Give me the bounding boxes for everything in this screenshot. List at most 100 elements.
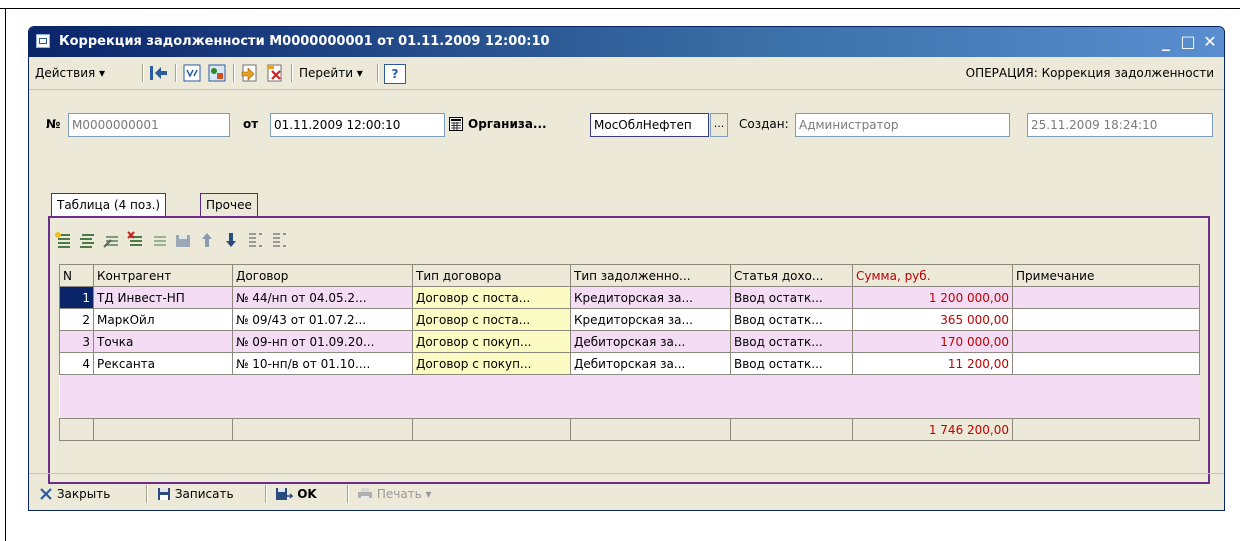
organization-select-button[interactable]: ... <box>710 113 728 137</box>
table-header-row: N Контрагент Договор Тип договора Тип за… <box>59 264 1200 287</box>
organization-field[interactable]: МосОблНефтеп <box>590 113 709 137</box>
cell-sum[interactable]: 11 200,00 <box>852 352 1013 375</box>
table-empty-area[interactable] <box>59 374 1200 419</box>
ok-button-label: OK <box>297 487 317 501</box>
column-header-n[interactable]: N <box>59 264 94 287</box>
cell-contract[interactable]: № 44/нп от 04.05.2... <box>232 286 413 309</box>
cell-contractor[interactable]: МаркОйл <box>93 308 233 331</box>
cell-contractor[interactable]: Точка <box>93 330 233 353</box>
structure-icon[interactable] <box>207 63 227 83</box>
date-label: от <box>243 117 259 131</box>
post-document-icon[interactable] <box>240 63 260 83</box>
unpost-document-icon[interactable] <box>265 63 285 83</box>
toolbar-separator <box>142 64 144 82</box>
cell-article[interactable]: Ввод остатк... <box>730 330 853 353</box>
table-row[interactable]: 3 Точка № 09-нп от 01.09.20... Договор с… <box>59 330 1200 353</box>
row-number[interactable]: 3 <box>59 330 94 353</box>
number-label: № <box>46 117 61 131</box>
row-number[interactable]: 1 <box>59 286 94 309</box>
total-cell <box>93 418 233 441</box>
column-header-contract[interactable]: Договор <box>232 264 413 287</box>
column-header-note[interactable]: Примечание <box>1012 264 1200 287</box>
cell-contract-type[interactable]: Договор с поста... <box>412 308 571 331</box>
cell-contract-type[interactable]: Договор с поста... <box>412 286 571 309</box>
cell-contractor[interactable]: Рексанта <box>93 352 233 375</box>
cell-article[interactable]: Ввод остатк... <box>730 308 853 331</box>
cell-contract[interactable]: № 10-нп/в от 01.10.... <box>232 352 413 375</box>
cell-debt-type[interactable]: Кредиторская за... <box>570 308 731 331</box>
table-row[interactable]: 4 Рексанта № 10-нп/в от 01.10.... Догово… <box>59 352 1200 375</box>
cell-contract[interactable]: № 09/43 от 01.07.2... <box>232 308 413 331</box>
total-cell <box>412 418 571 441</box>
cell-contractor[interactable]: ТД Инвест-НП <box>93 286 233 309</box>
column-header-debt-type[interactable]: Тип задолженно... <box>570 264 731 287</box>
move-up-icon[interactable] <box>198 231 216 249</box>
column-header-article[interactable]: Статья дохо... <box>730 264 853 287</box>
sort-ascending-icon[interactable] <box>246 231 264 249</box>
document-journal-icon[interactable] <box>182 63 202 83</box>
table-row[interactable]: 1 ТД Инвест-НП № 44/нп от 04.05.2... Дог… <box>59 286 1200 309</box>
cell-debt-type[interactable]: Кредиторская за... <box>570 286 731 309</box>
empty-space[interactable] <box>59 374 1200 419</box>
print-button[interactable]: Печать ▾ <box>357 483 432 505</box>
end-edit-icon[interactable] <box>150 231 168 249</box>
goto-menu[interactable]: Перейти ▾ <box>299 62 363 84</box>
copy-row-icon[interactable] <box>78 231 96 249</box>
cell-sum[interactable]: 1 200 000,00 <box>852 286 1013 309</box>
cell-note[interactable] <box>1012 286 1200 309</box>
add-row-icon[interactable] <box>54 231 72 249</box>
cell-contract-type[interactable]: Договор с покуп... <box>412 352 571 375</box>
bottom-separator <box>347 485 349 503</box>
tab-table[interactable]: Таблица (4 поз.) <box>51 193 167 217</box>
cell-debt-type[interactable]: Дебиторская за... <box>570 352 731 375</box>
ok-button[interactable]: OK <box>275 483 317 505</box>
back-arrow-icon[interactable] <box>149 63 169 83</box>
actions-menu[interactable]: Действия ▾ <box>35 62 105 84</box>
created-by-field: Администратор <box>795 113 1010 137</box>
total-cell <box>730 418 853 441</box>
cell-note[interactable] <box>1012 352 1200 375</box>
close-button[interactable]: Закрыть <box>39 483 110 505</box>
debt-table[interactable]: N Контрагент Договор Тип договора Тип за… <box>59 264 1200 441</box>
number-field[interactable]: М0000000001 <box>68 113 230 137</box>
move-down-icon[interactable] <box>222 231 240 249</box>
edit-row-icon[interactable] <box>102 231 120 249</box>
total-cell <box>1012 418 1200 441</box>
toolbar: Действия ▾ Перейти ▾ ? ОПЕРАЦИЯ: Коррекц… <box>29 57 1224 90</box>
cell-contract[interactable]: № 09-нп от 01.09.20... <box>232 330 413 353</box>
help-button[interactable]: ? <box>384 64 406 84</box>
column-header-contract-type[interactable]: Тип договора <box>412 264 571 287</box>
cell-contract-type[interactable]: Договор с покуп... <box>412 330 571 353</box>
toolbar-separator <box>291 64 293 82</box>
save-button-label: Записать <box>174 487 234 501</box>
table-row[interactable]: 2 МаркОйл № 09/43 от 01.07.2... Договор … <box>59 308 1200 331</box>
bottom-separator <box>265 485 267 503</box>
row-number[interactable]: 2 <box>59 308 94 331</box>
calendar-icon[interactable] <box>449 117 463 131</box>
column-header-sum[interactable]: Сумма, руб. <box>852 264 1013 287</box>
window-icon[interactable] <box>36 34 50 48</box>
close-window-button[interactable]: ✕ <box>1200 32 1220 52</box>
printer-icon <box>358 488 372 500</box>
tab-other[interactable]: Прочее <box>200 193 258 217</box>
date-field[interactable]: 01.11.2009 12:00:10 <box>270 113 445 137</box>
save-row-icon[interactable] <box>174 231 192 249</box>
cell-article[interactable]: Ввод остатк... <box>730 286 853 309</box>
cell-sum[interactable]: 170 000,00 <box>852 330 1013 353</box>
cell-sum[interactable]: 365 000,00 <box>852 308 1013 331</box>
cell-article[interactable]: Ввод остатк... <box>730 352 853 375</box>
cell-note[interactable] <box>1012 308 1200 331</box>
title-bar[interactable]: Коррекция задолженности М0000000001 от 0… <box>29 27 1224 57</box>
table-total-row: 1 746 200,00 <box>59 418 1200 441</box>
sort-descending-icon[interactable] <box>270 231 288 249</box>
delete-row-icon[interactable] <box>126 231 144 249</box>
column-header-contractor[interactable]: Контрагент <box>93 264 233 287</box>
minimize-button[interactable]: _ <box>1156 32 1176 52</box>
save-button[interactable]: Записать <box>157 483 234 505</box>
toolbar-separator <box>233 64 235 82</box>
toolbar-separator <box>175 64 177 82</box>
maximize-button[interactable]: □ <box>1178 32 1198 52</box>
row-number[interactable]: 4 <box>59 352 94 375</box>
cell-note[interactable] <box>1012 330 1200 353</box>
cell-debt-type[interactable]: Дебиторская за... <box>570 330 731 353</box>
